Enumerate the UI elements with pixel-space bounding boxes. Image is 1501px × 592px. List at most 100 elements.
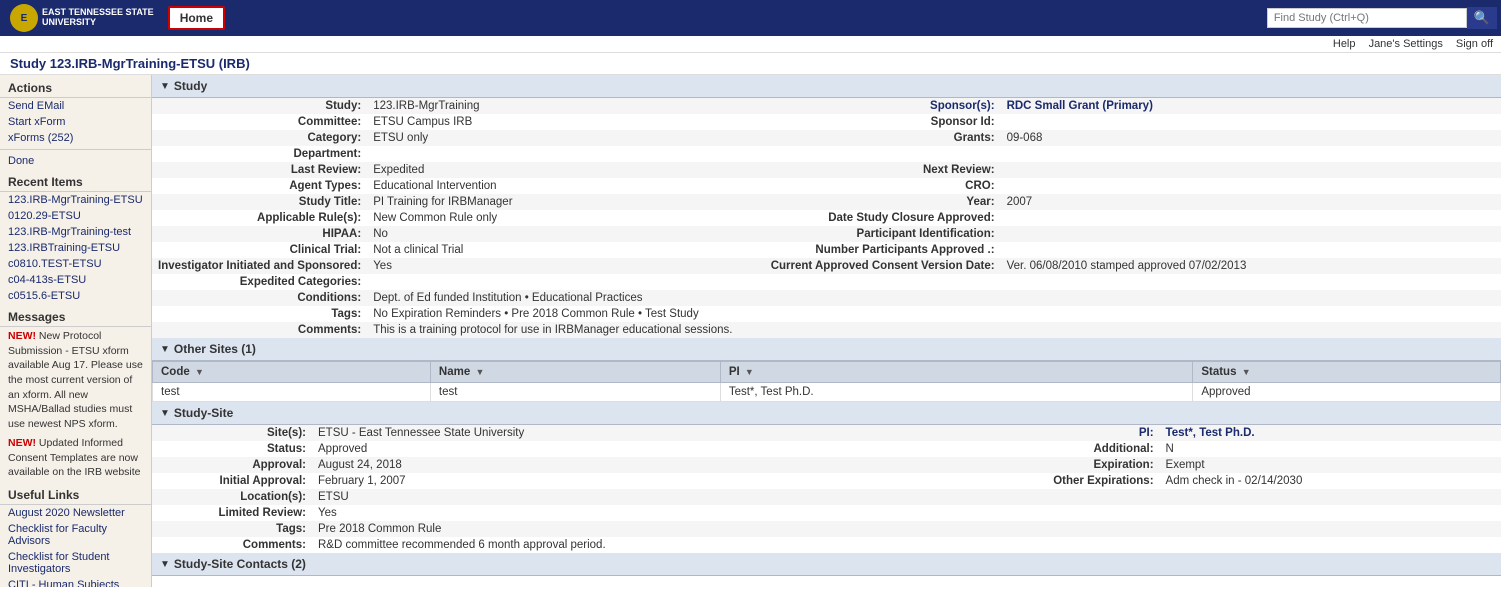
home-button[interactable]: Home [168,6,225,30]
study-rlabel-7: Date Study Closure Approved: [765,210,1001,226]
start-xform-link[interactable]: Start xForm [0,114,151,130]
done-link[interactable]: Done [0,153,151,169]
study-value-3 [367,146,765,162]
ss-row-5: Limited Review: Yes [152,505,1501,521]
study-row-1: Committee: ETSU Campus IRB Sponsor Id: [152,114,1501,130]
help-link[interactable]: Help [1333,38,1356,50]
ss-row-0: Site(s): ETSU - East Tennessee State Uni… [152,425,1501,441]
col-pi[interactable]: PI ▼ [720,362,1193,383]
col-status[interactable]: Status ▼ [1193,362,1501,383]
useful-link-3[interactable]: CITI - Human Subjects Training [0,577,151,587]
settings-link[interactable]: Jane's Settings [1369,38,1443,50]
sort-code-icon: ▼ [195,367,204,377]
other-sites-table: Code ▼ Name ▼ PI ▼ Status ▼ [152,361,1501,402]
send-email-link[interactable]: Send EMail [0,98,151,114]
ss-value-6: Pre 2018 Common Rule [312,521,1000,537]
useful-link-0[interactable]: August 2020 Newsletter [0,505,151,521]
recent-item-0[interactable]: 123.IRB-MgrTraining-ETSU [0,192,151,208]
recent-item-6[interactable]: c0515.6-ETSU [0,288,151,304]
ss-rvalue-6 [1160,521,1501,537]
study-rvalue-6: 2007 [1001,194,1501,210]
study-rvalue-0: RDC Small Grant (Primary) [1001,98,1501,114]
sites-header-row: Code ▼ Name ▼ PI ▼ Status ▼ [153,362,1501,383]
other-sites-section-header[interactable]: ▼ Other Sites (1) [152,338,1501,361]
study-rlabel-9: Number Participants Approved .: [765,242,1001,258]
ss-row-1: Status: Approved Additional: N [152,441,1501,457]
study-rlabel-2: Grants: [765,130,1001,146]
study-value-9: Not a clinical Trial [367,242,765,258]
study-label-4: Last Review: [152,162,367,178]
study-value-4: Expedited [367,162,765,178]
study-row-4: Last Review: Expedited Next Review: [152,162,1501,178]
ss-rvalue-2: Exempt [1160,457,1501,473]
col-code[interactable]: Code ▼ [153,362,431,383]
study-row-0: Study: 123.IRB-MgrTraining Sponsor(s): R… [152,98,1501,114]
message-0: NEW! New Protocol Submission - ETSU xfor… [0,327,151,434]
xforms-link[interactable]: xForms (252) [0,130,151,146]
study-label-1: Committee: [152,114,367,130]
other-sites-section-title: Other Sites (1) [174,342,256,356]
sort-pi-icon: ▼ [745,367,754,377]
ss-rlabel-7 [1000,537,1160,553]
study-rvalue-4 [1001,162,1501,178]
new-badge-1: NEW! [8,437,36,449]
useful-link-1[interactable]: Checklist for Faculty Advisors [0,521,151,549]
study-label-10: Investigator Initiated and Sponsored: [152,258,367,274]
page-title-bar: Study 123.IRB-MgrTraining-ETSU (IRB) [0,53,1501,75]
recent-item-2[interactable]: 123.IRB-MgrTraining-test [0,224,151,240]
ss-value-0: ETSU - East Tennessee State University [312,425,1000,441]
study-label-14: Comments: [152,322,367,338]
signoff-link[interactable]: Sign off [1456,38,1493,50]
search-input[interactable] [1267,8,1467,28]
study-rlabel-0: Sponsor(s): [765,98,1001,114]
university-logo-icon: E [10,4,38,32]
other-sites-collapse-icon: ▼ [160,344,170,355]
study-row-9: Clinical Trial: Not a clinical Trial Num… [152,242,1501,258]
study-value-0: 123.IRB-MgrTraining [367,98,765,114]
study-site-collapse-icon: ▼ [160,408,170,419]
study-value-2: ETSU only [367,130,765,146]
ss-label-1: Status: [152,441,312,457]
study-rlabel-4: Next Review: [765,162,1001,178]
ss-row-3: Initial Approval: February 1, 2007 Other… [152,473,1501,489]
ss-rvalue-5 [1160,505,1501,521]
study-site-section-header[interactable]: ▼ Study-Site [152,402,1501,425]
recent-item-3[interactable]: 123.IRBTraining-ETSU [0,240,151,256]
study-value-8: No [367,226,765,242]
recent-item-1[interactable]: 0120.29-ETSU [0,208,151,224]
ss-label-5: Limited Review: [152,505,312,521]
ss-value-1: Approved [312,441,1000,457]
ss-label-6: Tags: [152,521,312,537]
recent-item-5[interactable]: c04-413s-ETSU [0,272,151,288]
message-text-0: New Protocol Submission - ETSU xform ava… [8,330,143,430]
study-rvalue-7 [1001,210,1501,226]
study-rlabel-3 [765,146,1001,162]
ss-row-7: Comments: R&D committee recommended 6 mo… [152,537,1501,553]
top-navigation-bar: E EAST TENNESSEE STATE UNIVERSITY Home 🔍 [0,0,1501,36]
recent-item-4[interactable]: c0810.TEST-ETSU [0,256,151,272]
study-rlabel-1: Sponsor Id: [765,114,1001,130]
study-rlabel-6: Year: [765,194,1001,210]
col-name[interactable]: Name ▼ [430,362,720,383]
study-row-11: Expedited Categories: [152,274,1501,290]
study-rlabel-8: Participant Identification: [765,226,1001,242]
ss-rvalue-7 [1160,537,1501,553]
study-rvalue-5 [1001,178,1501,194]
search-button[interactable]: 🔍 [1467,7,1497,29]
actions-section-title: Actions [0,77,151,98]
ss-rlabel-2: Expiration: [1000,457,1160,473]
useful-link-2[interactable]: Checklist for Student Investigators [0,549,151,577]
site-name-0: test [430,383,720,402]
sort-status-icon: ▼ [1242,367,1251,377]
study-section-header[interactable]: ▼ Study [152,75,1501,98]
study-value-1: ETSU Campus IRB [367,114,765,130]
ss-rvalue-4 [1160,489,1501,505]
ss-label-7: Comments: [152,537,312,553]
recent-items-title: Recent Items [0,171,151,192]
ss-label-4: Location(s): [152,489,312,505]
study-value-5: Educational Intervention [367,178,765,194]
ss-rlabel-1: Additional: [1000,441,1160,457]
study-site-contacts-section-header[interactable]: ▼ Study-Site Contacts (2) [152,553,1501,576]
study-site-section-title: Study-Site [174,406,233,420]
study-section-title: Study [174,79,207,93]
